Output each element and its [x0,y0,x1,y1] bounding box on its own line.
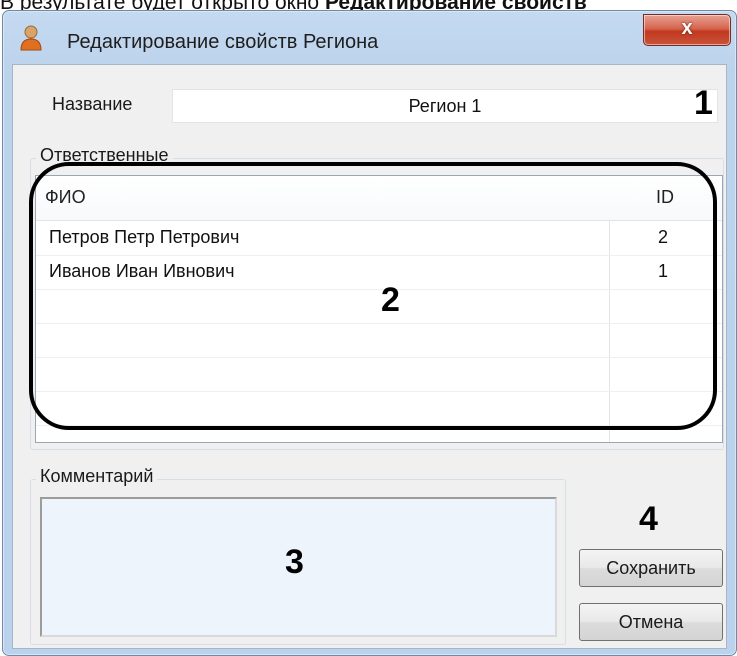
annotation-number-4: 4 [639,500,658,538]
annotation-number-3: 3 [285,543,304,581]
user-icon [20,25,42,51]
cancel-button[interactable]: Отмена [579,603,723,641]
annotation-number-2: 2 [381,281,400,319]
name-input[interactable]: Регион 1 [172,89,718,123]
close-icon: x [681,17,693,39]
title-bar[interactable]: Редактирование свойств Региона x [3,11,736,63]
comment-group-label: Комментарий [36,466,158,487]
close-button[interactable]: x [643,14,731,46]
name-label: Название [52,94,133,114]
annotation-oval [29,162,717,430]
annotation-number-1: 1 [694,84,713,122]
window-title: Редактирование свойств Региона [67,31,379,53]
save-button[interactable]: Сохранить [579,549,723,587]
